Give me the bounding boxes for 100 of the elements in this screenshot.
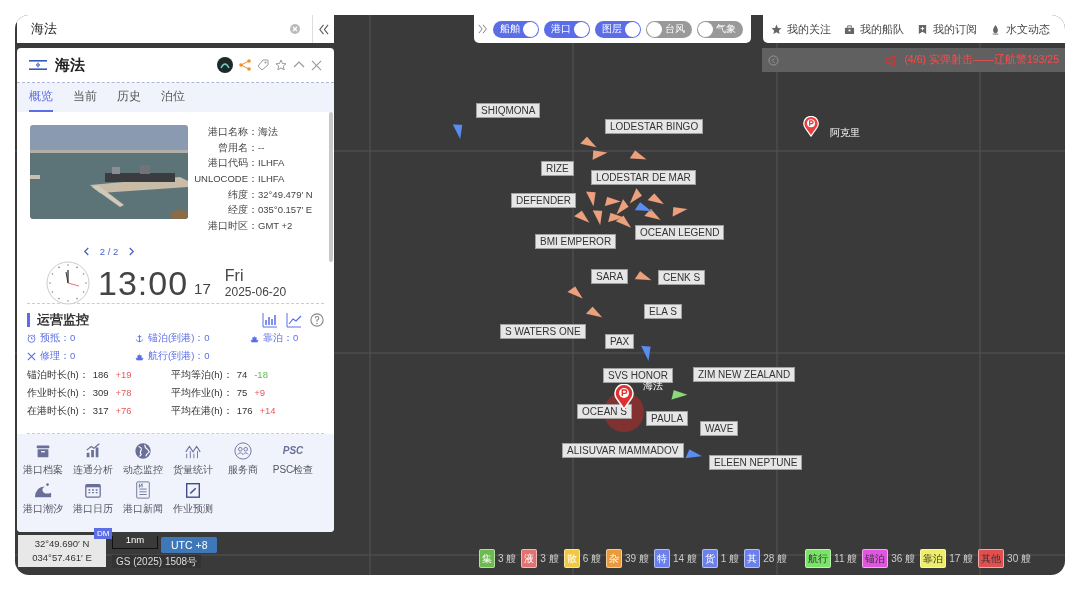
ship-label[interactable]: ELA S [644,304,682,319]
scrollbar[interactable] [329,112,333,262]
legend-count: 17 艘 [949,551,974,566]
shortcut-button[interactable]: PSC PSC检查 [268,442,318,477]
ship-label[interactable]: DEFENDER [511,193,576,208]
shortcut-button[interactable]: 连通分析 [68,442,118,477]
bar-chart-icon[interactable] [262,312,278,328]
shortcut-button[interactable]: 港口档案 [18,442,68,477]
format-toggle[interactable]: DM [94,528,113,539]
star-icon[interactable] [275,59,287,71]
ship-label[interactable]: PAX [605,334,635,349]
legend-chip[interactable]: 锚泊 [862,549,889,568]
tab[interactable]: 当前 [73,83,97,112]
ship-icon[interactable] [579,136,597,148]
metric-change: +14 [259,405,276,418]
ship-icon[interactable] [573,210,590,224]
ship-label[interactable]: BMI EMPEROR [535,234,617,249]
menu-item[interactable]: 我的关注 [771,21,831,37]
ship-icon[interactable] [616,198,630,215]
shortcut-button[interactable]: 服务商 [218,442,268,477]
ship-label[interactable]: SHIQMONA [476,103,541,118]
legend-chip[interactable]: 航行 [805,549,832,568]
line-chart-icon[interactable] [286,312,302,328]
people-icon [234,442,252,460]
ship-icon[interactable] [629,187,643,204]
legend-chip[interactable]: 其 [744,549,761,568]
legend-chip[interactable]: 靠泊 [920,549,947,568]
ship-label[interactable]: LODESTAR DE MAR [591,170,696,185]
status-count[interactable]: 锚泊(到港)：0 [148,332,210,345]
ship-icon[interactable] [634,270,652,281]
tag-icon[interactable] [257,59,269,71]
metric-label: 作业时长(h)： [27,387,89,400]
status-count[interactable]: 航行(到港)：0 [148,350,210,363]
shortcut-button[interactable]: 港口潮汐 [18,481,68,516]
menu-item[interactable]: 水文动态 [990,21,1050,37]
ship-icon[interactable] [585,306,603,318]
shortcut-button[interactable]: 港口新闻 [118,481,168,516]
ship-icon[interactable] [592,209,603,226]
shortcut-button[interactable]: 货量统计 [168,442,218,477]
ship-icon[interactable] [643,208,661,221]
tab[interactable]: 历史 [117,83,141,112]
document-icon [134,481,152,499]
ship-icon[interactable] [629,150,647,160]
legend-chip[interactable]: 货 [701,549,718,568]
shortcut-button[interactable]: 动态监控 [118,442,168,477]
ship-label[interactable]: WAVE [700,421,739,436]
logo-icon[interactable] [217,57,233,73]
ship-label[interactable]: SVS HONOR [603,368,673,383]
chevron-right-icon[interactable] [128,247,136,257]
anchor-icon [135,334,144,343]
chevron-left-icon[interactable] [82,247,90,257]
ship-label[interactable]: PAULA [646,411,689,426]
legend-count: 39 艘 [625,551,649,566]
ship-icon[interactable] [671,389,688,400]
ship-icon[interactable] [592,150,609,161]
ship-icon[interactable] [640,345,651,362]
help-icon[interactable] [310,313,324,327]
layer-toggle[interactable]: 图层 [595,20,641,38]
status-count[interactable]: 预抵：0 [40,332,76,345]
ship-label[interactable]: SARA [591,269,629,284]
expand-icon[interactable] [478,24,488,34]
ship-label[interactable]: S WATERS ONE [500,324,586,339]
ship-icon[interactable] [672,206,689,217]
legend-chip[interactable]: 特 [653,549,670,568]
legend-count: 3 艘 [540,551,559,566]
ship-icon[interactable] [604,196,622,207]
ship-icon[interactable] [567,285,584,299]
shortcut-button[interactable]: 作业预测 [168,481,218,516]
shortcut-button[interactable]: 港口日历 [68,481,118,516]
close-icon[interactable] [311,59,322,71]
ship-label[interactable]: OCEAN LEGEND [635,225,725,240]
ship-label[interactable]: ALISUVAR MAMMADOV [562,443,684,458]
tab[interactable]: 概览 [29,83,53,112]
info-value: 海法 [258,125,278,139]
ship-icon[interactable] [634,201,652,212]
layer-toggle[interactable]: 船舶 [493,20,539,38]
port-label[interactable]: 阿克里 [830,126,860,140]
layer-toggle[interactable]: 港口 [544,20,590,38]
legend-count: 36 艘 [891,551,916,566]
status-count[interactable]: 修理：0 [40,350,76,363]
ship-label[interactable]: RIZE [541,161,574,176]
ship-icon[interactable] [685,449,703,459]
ship-label[interactable]: ZIM NEW ZEALAND [693,367,796,382]
menu-item[interactable]: 我的船队 [844,21,904,37]
port-pin-icon[interactable] [803,116,819,137]
metric-value: 75 [236,387,248,400]
ship-icon[interactable] [615,215,632,229]
search-field[interactable]: 海法 [17,15,313,43]
ship-label[interactable]: CENK S [658,270,706,285]
ship-label[interactable]: ELEEN NEPTUNE [709,455,803,470]
ship-icon[interactable] [452,123,463,140]
ship-icon[interactable] [647,192,665,205]
info-label: 纬度： [227,187,258,202]
timezone-button[interactable]: UTC +8 [161,537,218,553]
tab[interactable]: 泊位 [161,83,185,112]
status-count[interactable]: 靠泊：0 [263,332,299,345]
ship-label[interactable]: LODESTAR BINGO [605,119,704,134]
ship-icon[interactable] [585,191,596,208]
collapse-button[interactable] [313,15,334,43]
menu-item[interactable]: 我的订阅 [917,21,977,37]
